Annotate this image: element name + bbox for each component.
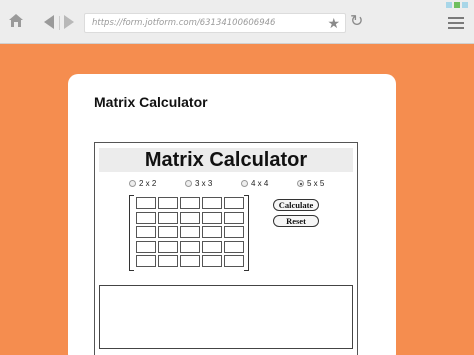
matrix-cell[interactable] — [180, 226, 200, 238]
home-icon[interactable] — [8, 13, 24, 28]
matrix-grid — [136, 197, 244, 267]
matrix-cell[interactable] — [136, 211, 156, 224]
matrix-cell[interactable] — [180, 240, 200, 253]
star-icon[interactable]: ★ — [327, 15, 340, 31]
forward-icon[interactable] — [62, 14, 76, 30]
size-option-label: 2 x 2 — [139, 179, 157, 188]
matrix-cell[interactable] — [224, 197, 244, 209]
back-icon[interactable] — [42, 14, 56, 30]
calculate-button[interactable]: Calculate — [273, 199, 319, 211]
page-title: Matrix Calculator — [94, 94, 208, 110]
matrix-cell[interactable] — [202, 211, 222, 224]
matrix-cell[interactable] — [158, 197, 178, 209]
matrix-cell[interactable] — [224, 226, 244, 238]
matrix-input — [129, 195, 249, 271]
menu-icon[interactable] — [448, 17, 464, 32]
matrix-cell[interactable] — [224, 240, 244, 253]
matrix-cell[interactable] — [180, 197, 200, 209]
radio-button[interactable] — [185, 180, 192, 187]
window-dot[interactable] — [446, 2, 452, 8]
result-area — [99, 285, 353, 349]
form-card: Matrix Calculator Matrix Calculator 2 x … — [68, 74, 396, 355]
calculator-frame: Matrix Calculator 2 x 2 3 x 3 4 x 4 5 x … — [94, 142, 358, 355]
matrix-cell[interactable] — [136, 226, 156, 238]
matrix-cell[interactable] — [136, 240, 156, 253]
size-options: 2 x 2 3 x 3 4 x 4 5 x 5 — [129, 179, 357, 191]
matrix-cell[interactable] — [202, 240, 222, 253]
url-text[interactable]: https://form.jotform.com/63134100606946 — [92, 18, 275, 28]
matrix-cell[interactable] — [202, 197, 222, 209]
matrix-cell[interactable] — [180, 211, 200, 224]
matrix-cell[interactable] — [202, 226, 222, 238]
radio-button[interactable] — [241, 180, 248, 187]
matrix-cell[interactable] — [158, 255, 178, 267]
window-controls — [446, 2, 468, 8]
left-bracket — [129, 195, 134, 271]
size-option-4x4[interactable]: 4 x 4 — [241, 179, 268, 188]
radio-button[interactable] — [129, 180, 136, 187]
matrix-cell[interactable] — [202, 255, 222, 267]
size-option-label: 4 x 4 — [251, 179, 269, 188]
size-option-5x5[interactable]: 5 x 5 — [297, 179, 324, 188]
right-bracket — [244, 195, 249, 271]
matrix-cell[interactable] — [224, 211, 244, 224]
matrix-cell[interactable] — [180, 255, 200, 267]
matrix-cell[interactable] — [158, 226, 178, 238]
window-dot[interactable] — [454, 2, 460, 8]
matrix-cell[interactable] — [136, 197, 156, 209]
size-option-label: 5 x 5 — [307, 179, 325, 188]
address-bar[interactable]: https://form.jotform.com/63134100606946 … — [84, 13, 346, 33]
matrix-cell[interactable] — [224, 255, 244, 267]
reload-icon[interactable]: ↻ — [350, 14, 363, 30]
reset-button[interactable]: Reset — [273, 215, 319, 227]
size-option-3x3[interactable]: 3 x 3 — [185, 179, 212, 188]
browser-toolbar: https://form.jotform.com/63134100606946 … — [0, 0, 474, 44]
nav-separator — [59, 16, 60, 30]
radio-button[interactable] — [297, 180, 304, 187]
calculator-banner: Matrix Calculator — [99, 148, 353, 172]
matrix-cell[interactable] — [158, 211, 178, 224]
size-option-label: 3 x 3 — [195, 179, 213, 188]
matrix-cell[interactable] — [136, 255, 156, 267]
matrix-cell[interactable] — [158, 240, 178, 253]
size-option-2x2[interactable]: 2 x 2 — [129, 179, 156, 188]
window-dot[interactable] — [462, 2, 468, 8]
